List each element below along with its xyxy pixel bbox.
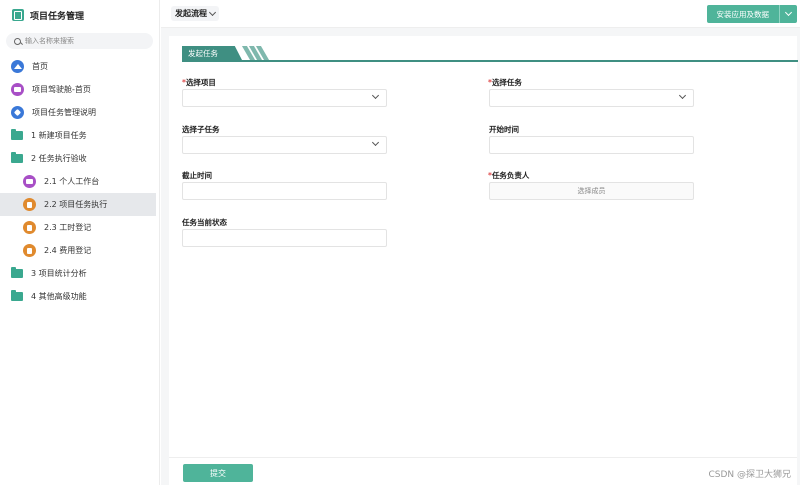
nav-item-label: 项目驾驶舱-首页: [32, 85, 91, 94]
folder-icon: [11, 290, 23, 301]
nav-item-label: 2.3 工时登记: [44, 223, 92, 232]
nav-item-label: 3 项目统计分析: [31, 269, 87, 278]
owner-member-picker[interactable]: 选择成员: [489, 182, 694, 200]
search-input[interactable]: 输入名称来搜索: [6, 33, 153, 49]
document-icon: [23, 221, 36, 234]
field-label-owner: *任务负责人: [488, 171, 530, 180]
field-label-subtask: 选择子任务: [182, 125, 220, 134]
nav-item-label: 项目任务管理说明: [32, 108, 96, 117]
field-label-start-time: 开始时间: [489, 125, 519, 134]
submit-button[interactable]: 提交: [183, 464, 253, 482]
nav-item-statistics[interactable]: 3 项目统计分析: [0, 262, 159, 285]
topbar: 发起流程 安装应用及数据: [161, 0, 800, 28]
nav-item-label: 2.2 项目任务执行: [44, 200, 108, 209]
nav-item-guide[interactable]: 项目任务管理说明: [0, 101, 159, 124]
home-icon: [11, 60, 24, 73]
app-header: 项目任务管理: [0, 0, 159, 30]
document-icon: [23, 244, 36, 257]
document-icon: [23, 198, 36, 211]
tag-icon: [11, 106, 24, 119]
section-header: 发起任务: [182, 46, 798, 62]
install-button-group: 安装应用及数据: [706, 5, 797, 23]
owner-placeholder: 选择成员: [577, 187, 606, 195]
project-select[interactable]: [182, 89, 387, 107]
form-footer: 提交 CSDN @探卫大狮兄: [169, 457, 797, 485]
chevron-down-icon: [784, 8, 793, 17]
flow-dropdown[interactable]: 发起流程: [171, 6, 219, 21]
search-icon: [14, 37, 21, 45]
subtask-select[interactable]: [182, 136, 387, 154]
nav-item-expenses[interactable]: 2.4 费用登记: [0, 239, 159, 262]
main-area: 发起任务 *选择项目 *选择任务 选择子任务 开始时间 截止时间 *任务负责人 …: [161, 28, 800, 485]
install-dropdown-toggle[interactable]: [779, 5, 797, 23]
nav-item-timesheet[interactable]: 2.3 工时登记: [0, 216, 159, 239]
field-label-task: *选择任务: [488, 78, 522, 87]
install-app-button[interactable]: 安装应用及数据: [706, 5, 779, 23]
chevron-down-icon: [208, 8, 217, 16]
section-title: 发起任务: [182, 46, 242, 60]
nav-item-label: 4 其他高级功能: [31, 292, 87, 301]
nav-item-label: 1 新建项目任务: [31, 131, 87, 140]
chevron-down-icon: [371, 138, 380, 147]
form-card: 发起任务 *选择项目 *选择任务 选择子任务 开始时间 截止时间 *任务负责人 …: [169, 36, 798, 485]
app-logo-icon: [12, 9, 24, 21]
search-placeholder: 输入名称来搜索: [25, 37, 74, 45]
field-label-project: *选择项目: [182, 78, 216, 87]
folder-icon: [11, 267, 23, 278]
chat-icon: [11, 83, 24, 96]
start-time-input[interactable]: [489, 136, 694, 154]
field-label-status: 任务当前状态: [182, 218, 227, 227]
watermark: CSDN @探卫大狮兄: [708, 470, 791, 480]
folder-icon: [11, 152, 23, 163]
nav-item-workbench[interactable]: 2.1 个人工作台: [0, 170, 159, 193]
nav-item-advanced[interactable]: 4 其他高级功能: [0, 285, 159, 308]
chat-icon: [23, 175, 36, 188]
nav-item-new-task[interactable]: 1 新建项目任务: [0, 124, 159, 147]
nav-item-label: 2 任务执行验收: [31, 154, 87, 163]
nav-item-home[interactable]: 首页: [0, 55, 159, 78]
nav-item-dashboard[interactable]: 项目驾驶舱-首页: [0, 78, 159, 101]
chevron-down-icon: [371, 91, 380, 100]
sidebar: 项目任务管理 输入名称来搜索 首页 项目驾驶舱-首页 项目任务管理说明 1 新建…: [0, 0, 160, 485]
nav-menu: 首页 项目驾驶舱-首页 项目任务管理说明 1 新建项目任务 2 任务执行验收 2…: [0, 55, 159, 308]
chevron-down-icon: [678, 91, 687, 100]
nav-item-label: 2.4 费用登记: [44, 246, 92, 255]
nav-item-task-execution[interactable]: 2.2 项目任务执行: [0, 193, 156, 216]
field-label-end-time: 截止时间: [182, 171, 212, 180]
flow-label: 发起流程: [175, 9, 207, 18]
nav-item-label: 首页: [32, 62, 48, 71]
status-input[interactable]: [182, 229, 387, 247]
app-title: 项目任务管理: [30, 11, 85, 22]
end-time-input[interactable]: [182, 182, 387, 200]
task-select[interactable]: [489, 89, 694, 107]
nav-item-execution[interactable]: 2 任务执行验收: [0, 147, 159, 170]
folder-icon: [11, 129, 23, 140]
nav-item-label: 2.1 个人工作台: [44, 177, 100, 186]
